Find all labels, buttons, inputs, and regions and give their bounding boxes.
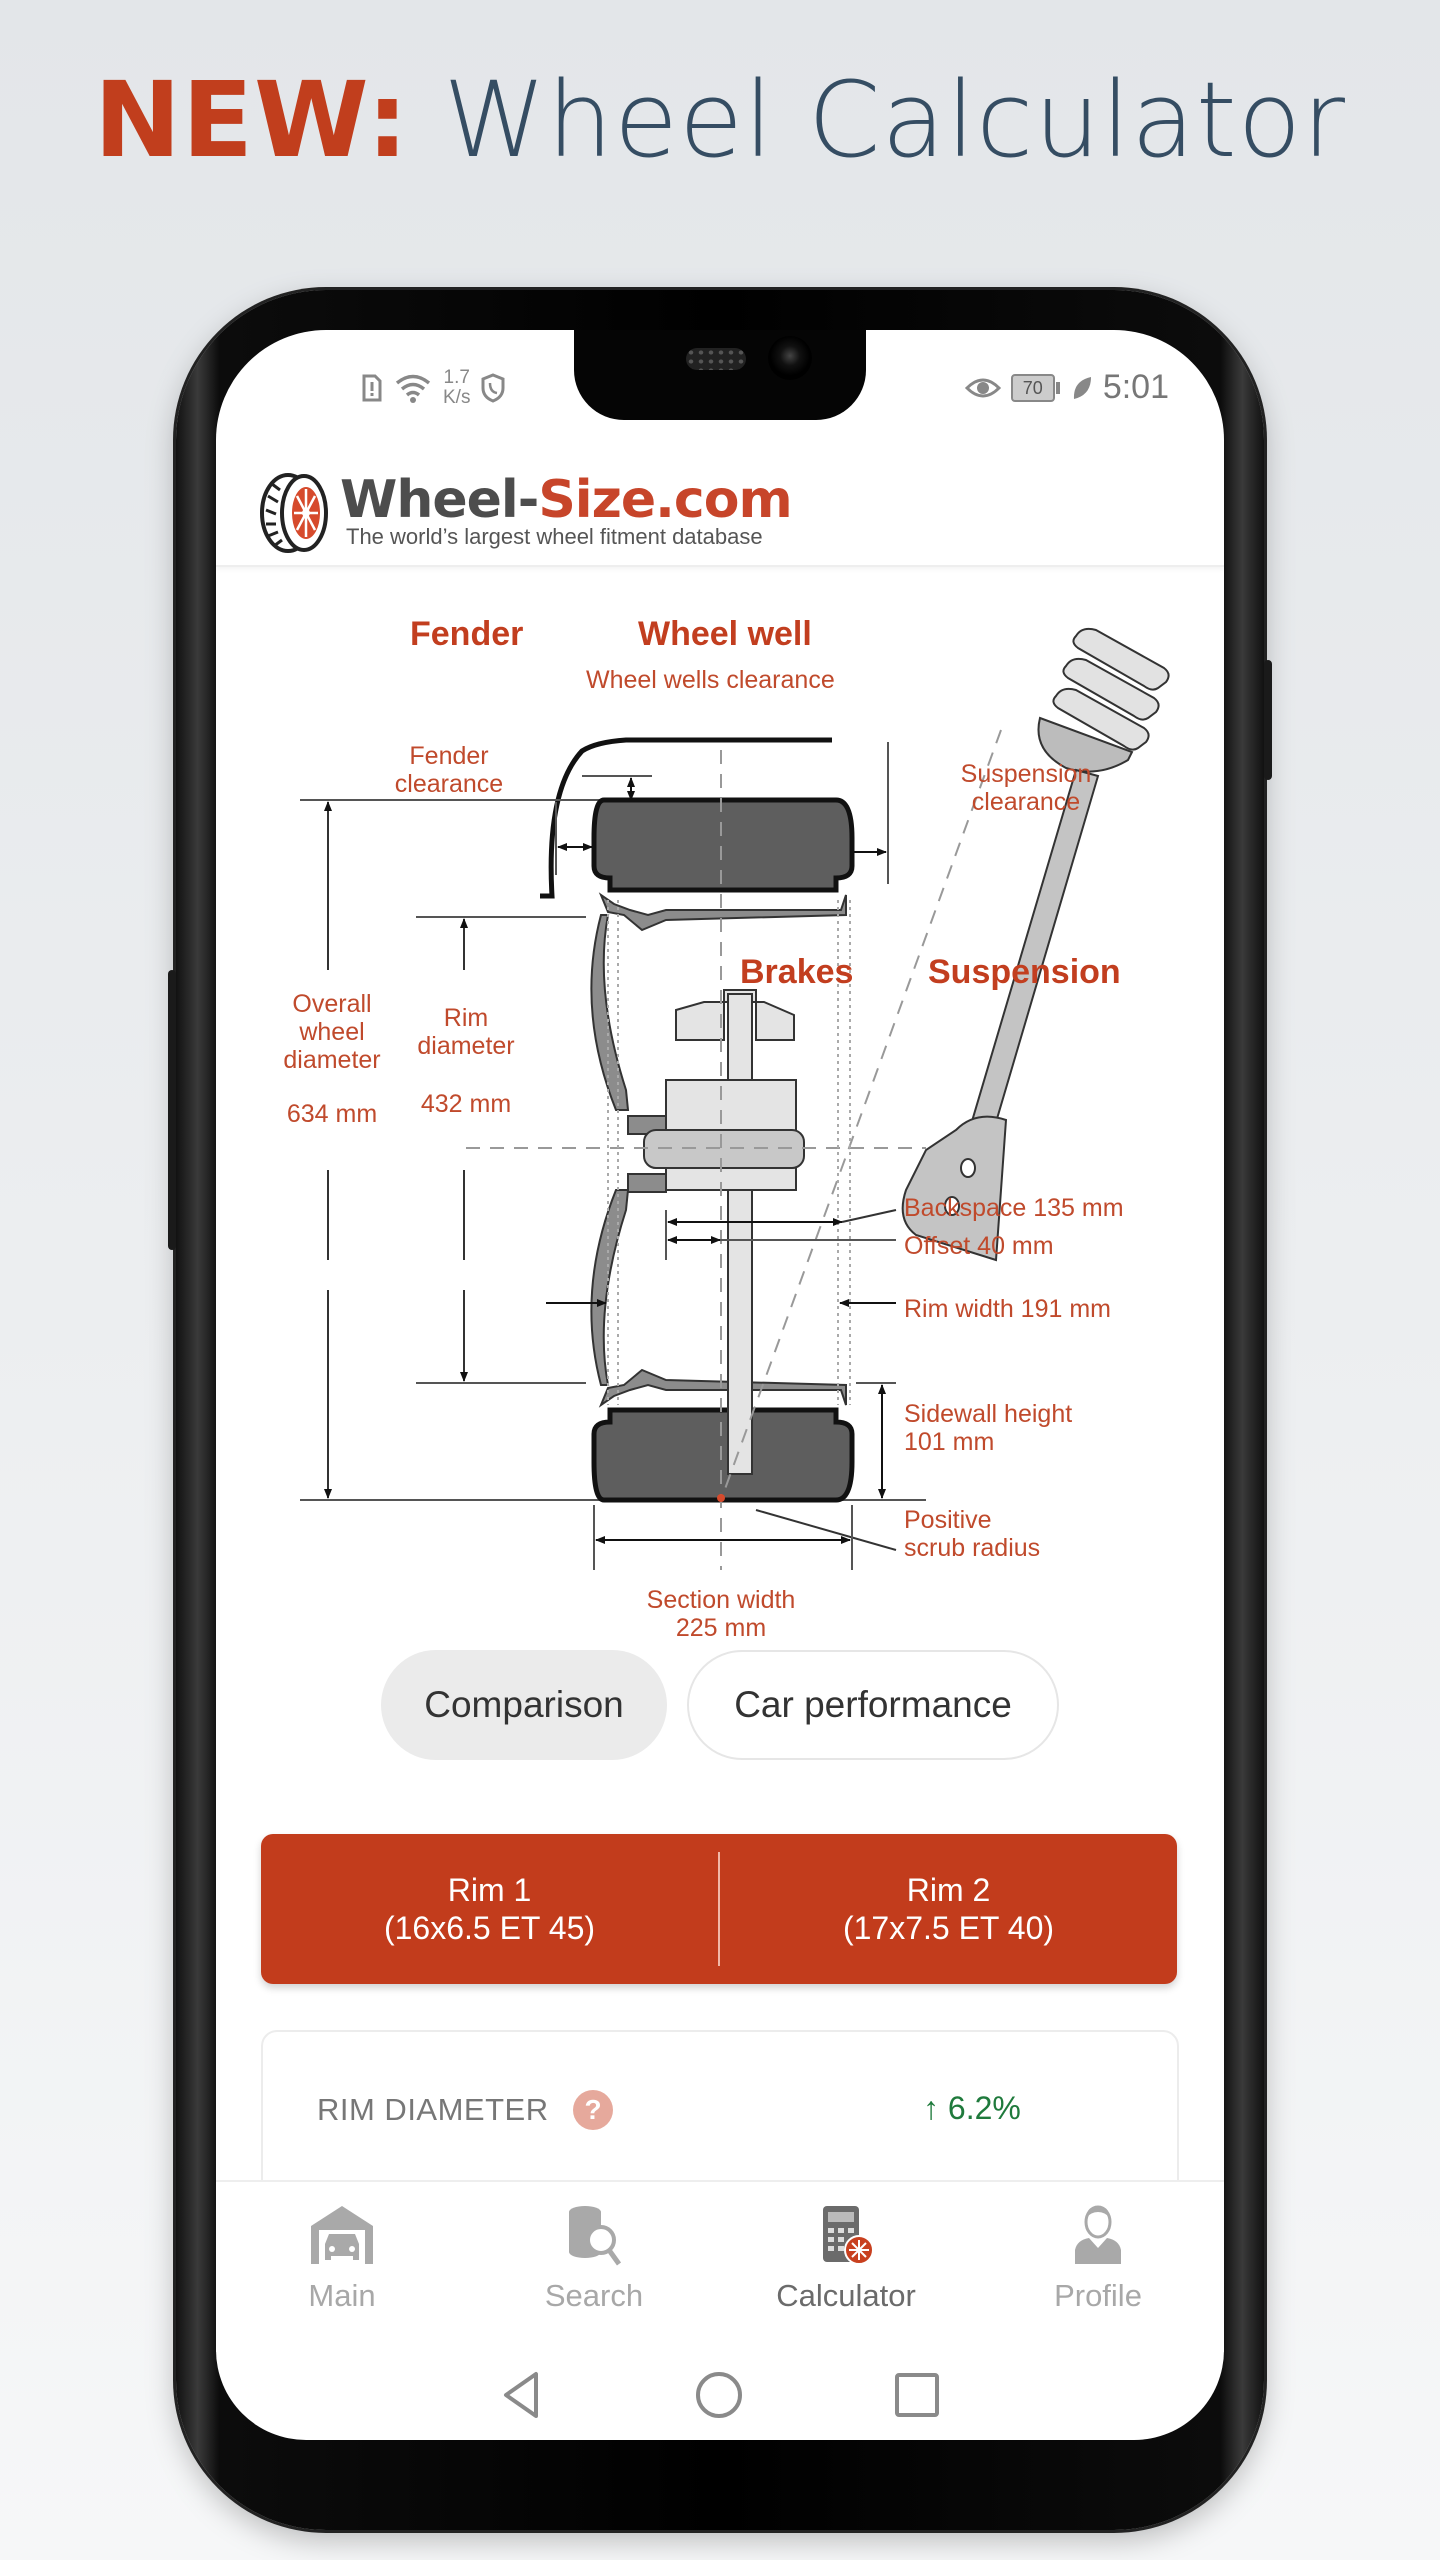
back-icon[interactable] xyxy=(500,2370,544,2420)
net-speed-unit: K/s xyxy=(443,387,471,408)
label-brakes: Brakes xyxy=(740,953,854,991)
net-speed: 1.7 K/s xyxy=(443,368,470,408)
label-rim-diameter: Rim diameter xyxy=(417,1004,515,1060)
tab-comparison[interactable]: Comparison xyxy=(381,1650,667,1760)
system-navigation xyxy=(216,2350,1224,2440)
wheel-size-logo[interactable]: Wheel-Size.com The world’s largest wheel… xyxy=(258,470,793,554)
rim-selector: Rim 1 (16x6.5 ET 45) Rim 2 (17x7.5 ET 40… xyxy=(261,1834,1177,1984)
rim-2-spec: (17x7.5 ET 40) xyxy=(842,1910,1055,1946)
net-speed-value: 1.7 xyxy=(443,367,470,388)
wifi-icon xyxy=(395,374,431,403)
database-search-icon xyxy=(569,2206,622,2266)
sim-alert-icon xyxy=(362,374,382,402)
volume-button xyxy=(168,970,176,1250)
label-sidewall-height: Sidewall height 101 mm xyxy=(904,1400,1073,1456)
rim-1-button[interactable]: Rim 1 (16x6.5 ET 45) xyxy=(261,1834,718,1984)
clock: 5:01 xyxy=(1102,368,1169,406)
value-rim-diameter: 432 mm xyxy=(420,1090,512,1118)
tire-logo-icon xyxy=(260,473,328,553)
nav-calculator[interactable]: Calculator xyxy=(720,2182,972,2352)
label-scrub-radius: Positive scrub radius xyxy=(904,1506,1041,1562)
phone-screen: 1.7 K/s 70 5:01 Wheel-Size.com The world… xyxy=(216,330,1224,2440)
mode-tabs: Comparison Car performance xyxy=(216,1650,1224,1760)
shield-call-icon xyxy=(481,373,505,403)
app-header: Wheel-Size.com The world’s largest wheel… xyxy=(216,430,1224,567)
rim-1-title: Rim 1 xyxy=(447,1872,532,1908)
label-suspension: Suspension xyxy=(928,953,1121,991)
nav-main[interactable]: Main xyxy=(216,2182,468,2352)
promo-headline: NEW: Wheel Calculator xyxy=(0,60,1440,180)
camera-notch xyxy=(574,330,866,420)
label-wheel-wells-clearance: Wheel wells clearance xyxy=(586,666,835,694)
label-suspension-clearance: Suspension clearance xyxy=(960,760,1092,816)
label-fender: Fender xyxy=(410,615,524,653)
calculator-wheel-icon xyxy=(823,2206,874,2265)
brand-name-part1: Wheel- xyxy=(340,470,539,530)
label-section-width: Section width 225 mm xyxy=(646,1586,796,1642)
label-wheel-well: Wheel well xyxy=(638,615,812,653)
rim-diameter-change-value: 6.2% xyxy=(947,2090,1021,2126)
leaf-icon xyxy=(1073,376,1091,399)
headline-title: Wheel Calculator xyxy=(443,59,1347,181)
nav-calculator-label: Calculator xyxy=(776,2278,916,2313)
rim-2-title: Rim 2 xyxy=(906,1872,991,1908)
phone-frame: 1.7 K/s 70 5:01 Wheel-Size.com The world… xyxy=(168,290,1272,2530)
nav-profile-label: Profile xyxy=(1054,2278,1142,2313)
person-icon xyxy=(1075,2205,1121,2264)
earpiece xyxy=(686,348,746,370)
battery-icon: 70 xyxy=(1010,373,1060,402)
label-overall-diameter: Overall wheel diameter xyxy=(283,990,381,1074)
home-icon[interactable] xyxy=(694,2370,744,2420)
value-overall-diameter: 634 mm xyxy=(286,1100,378,1128)
label-offset: Offset 40 mm xyxy=(904,1232,1054,1260)
rim-diameter-change: ↑ 6.2% xyxy=(923,2090,1021,2127)
rim-1-spec: (16x6.5 ET 45) xyxy=(383,1910,596,1946)
help-icon[interactable]: ? xyxy=(573,2090,613,2130)
rim-diameter-label: RIM DIAMETER xyxy=(317,2092,549,2127)
brand-tagline: The world’s largest wheel fitment databa… xyxy=(346,524,763,549)
label-rim-width: Rim width 191 mm xyxy=(904,1295,1111,1323)
label-backspace: Backspace 135 mm xyxy=(904,1194,1124,1222)
scrub-point xyxy=(717,1494,725,1502)
eye-icon xyxy=(964,378,1001,397)
label-fender-clearance: Fender clearance xyxy=(394,742,504,798)
brand-name-part2: Size.com xyxy=(538,470,792,530)
tire-top xyxy=(591,797,855,893)
rim-2-button[interactable]: Rim 2 (17x7.5 ET 40) xyxy=(720,1834,1177,1984)
tire-bottom xyxy=(591,1407,855,1503)
garage-car-icon xyxy=(311,2206,373,2264)
power-button xyxy=(1264,660,1272,780)
front-camera xyxy=(768,336,812,380)
recents-icon[interactable] xyxy=(894,2372,940,2418)
nav-search[interactable]: Search xyxy=(468,2182,720,2352)
nav-main-label: Main xyxy=(308,2278,376,2313)
nav-search-label: Search xyxy=(544,2278,644,2313)
nav-profile[interactable]: Profile xyxy=(972,2182,1224,2352)
tab-car-performance[interactable]: Car performance xyxy=(687,1650,1059,1760)
bottom-navigation: Main Search Calculator Profile xyxy=(216,2180,1224,2352)
brake-rotor xyxy=(727,993,753,1475)
headline-new: NEW: xyxy=(93,59,410,181)
arrow-up-icon: ↑ xyxy=(923,2090,939,2126)
